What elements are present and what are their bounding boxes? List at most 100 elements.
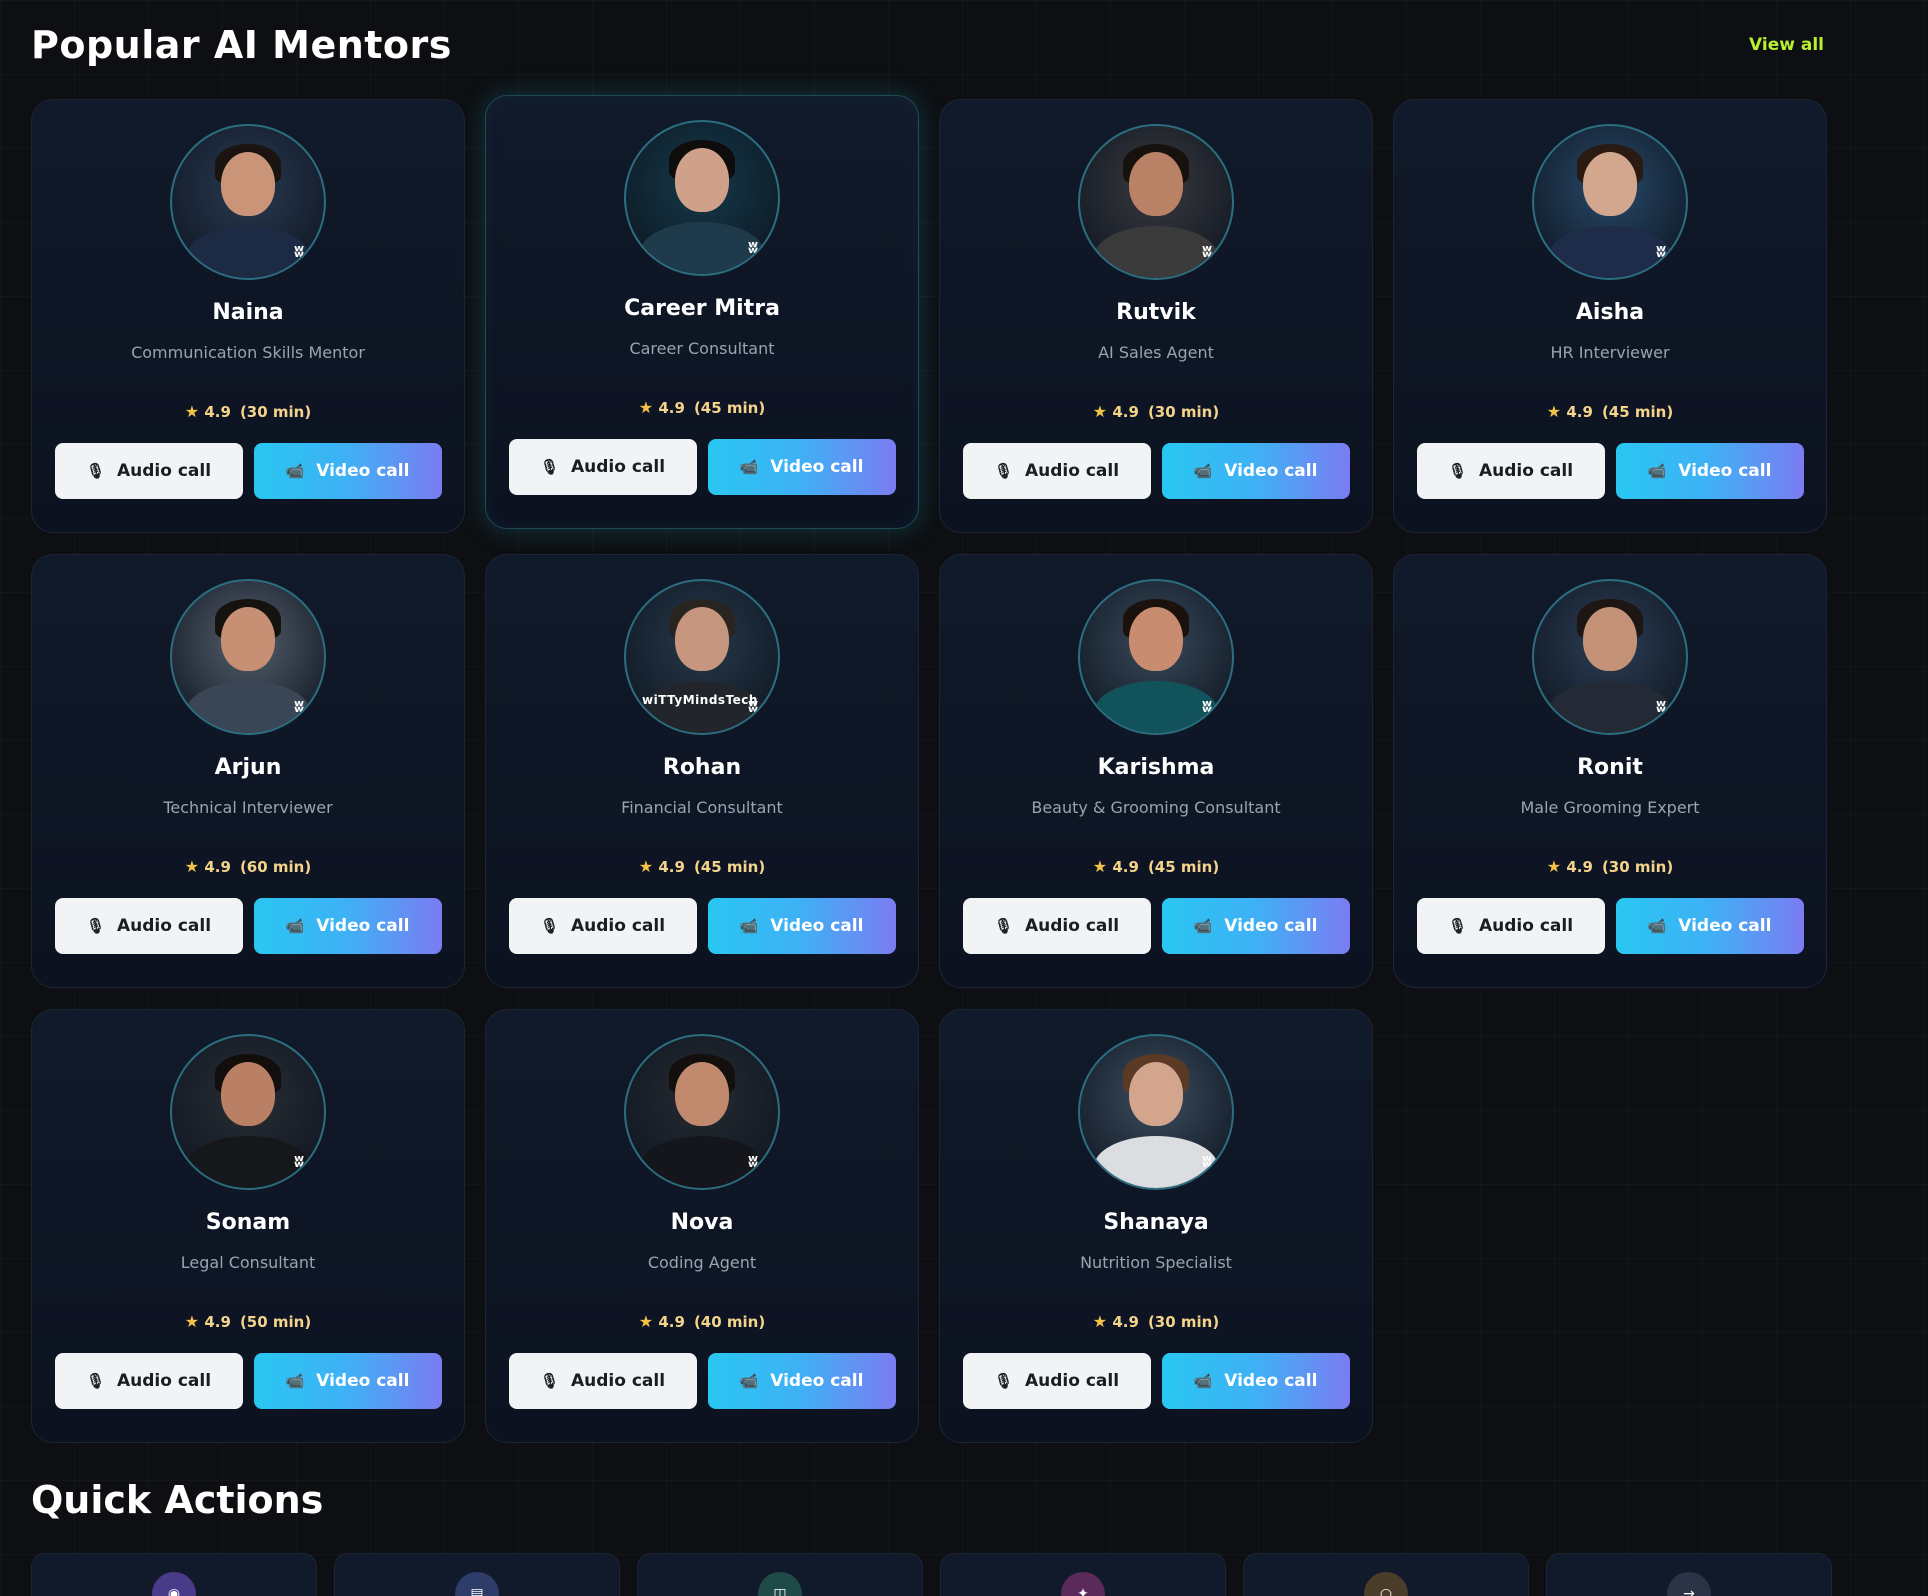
- session-duration: (45 min): [693, 857, 766, 876]
- mentor-card[interactable]: ʬ Aisha HR Interviewer ★ 4.9 (45 min) 🎙 …: [1393, 99, 1827, 533]
- video-call-button[interactable]: 📹 Video call: [707, 898, 896, 954]
- mentor-avatar: wiTTyMindsTech ʬ: [624, 579, 780, 735]
- video-call-button[interactable]: 📹 Video call: [253, 1353, 442, 1409]
- live-badge-icon: ʬ: [1201, 242, 1212, 262]
- session-duration: (50 min): [239, 1312, 312, 1331]
- live-badge-icon: ʬ: [293, 1152, 304, 1172]
- star-icon: ★: [184, 1312, 200, 1331]
- audio-call-button[interactable]: 🎙 Audio call: [508, 439, 697, 495]
- mentor-rating: ★ 4.9 (45 min): [639, 857, 765, 876]
- call-actions: 🎙 Audio call 📹 Video call: [54, 1353, 442, 1409]
- arrow-icon: →: [1667, 1572, 1711, 1596]
- rating-value: 4.9: [1566, 858, 1593, 876]
- avatar-face: [1129, 152, 1183, 216]
- mentor-role: Technical Interviewer: [163, 798, 333, 817]
- audio-call-label: Audio call: [116, 916, 212, 936]
- mentor-name: Career Mitra: [624, 296, 780, 321]
- video-call-button[interactable]: 📹 Video call: [253, 898, 442, 954]
- audio-call-button[interactable]: 🎙 Audio call: [962, 1353, 1151, 1409]
- avatar-face: [221, 1062, 275, 1126]
- call-actions: 🎙 Audio call 📹 Video call: [508, 1353, 896, 1409]
- video-camera-icon: 📹: [1193, 462, 1213, 480]
- quick-action-card[interactable]: ◫: [637, 1553, 923, 1596]
- mentor-role: Beauty & Grooming Consultant: [1031, 798, 1281, 817]
- rating-value: 4.9: [1112, 403, 1139, 421]
- audio-call-button[interactable]: 🎙 Audio call: [962, 443, 1151, 499]
- mentor-card[interactable]: ʬ Rutvik AI Sales Agent ★ 4.9 (30 min) 🎙…: [939, 99, 1373, 533]
- audio-call-button[interactable]: 🎙 Audio call: [962, 898, 1151, 954]
- mentor-card[interactable]: ʬ Naina Communication Skills Mentor ★ 4.…: [31, 99, 465, 533]
- video-call-button[interactable]: 📹 Video call: [707, 1353, 896, 1409]
- video-call-button[interactable]: 📹 Video call: [1615, 898, 1804, 954]
- star-icon: ★: [184, 402, 200, 421]
- mentor-rating: ★ 4.9 (60 min): [185, 857, 311, 876]
- video-call-button[interactable]: 📹 Video call: [1161, 898, 1350, 954]
- avatar-body: [640, 681, 764, 733]
- microphone-icon: 🎙: [539, 1372, 559, 1390]
- microphone-icon: 🎙: [1447, 917, 1467, 935]
- avatar-face: [221, 607, 275, 671]
- avatar-body: [186, 681, 310, 733]
- audio-call-button[interactable]: 🎙 Audio call: [508, 1353, 697, 1409]
- video-call-button[interactable]: 📹 Video call: [707, 439, 896, 495]
- call-actions: 🎙 Audio call 📹 Video call: [1416, 443, 1804, 499]
- star-icon: ★: [638, 1312, 654, 1331]
- microphone-icon: 🎙: [1447, 462, 1467, 480]
- mentor-card[interactable]: ʬ Sonam Legal Consultant ★ 4.9 (50 min) …: [31, 1009, 465, 1443]
- call-actions: 🎙 Audio call 📹 Video call: [508, 439, 896, 495]
- video-call-button[interactable]: 📹 Video call: [1615, 443, 1804, 499]
- mentor-card[interactable]: ʬ Ronit Male Grooming Expert ★ 4.9 (30 m…: [1393, 554, 1827, 988]
- audio-call-label: Audio call: [1024, 916, 1120, 936]
- audio-call-button[interactable]: 🎙 Audio call: [54, 1353, 243, 1409]
- page-title: Popular AI Mentors: [31, 23, 452, 67]
- audio-call-label: Audio call: [116, 461, 212, 481]
- mentor-grid: ʬ Naina Communication Skills Mentor ★ 4.…: [31, 95, 1827, 1443]
- mentor-card[interactable]: ʬ Arjun Technical Interviewer ★ 4.9 (60 …: [31, 554, 465, 988]
- session-duration: (45 min): [1147, 857, 1220, 876]
- mentor-card[interactable]: ʬ Nova Coding Agent ★ 4.9 (40 min) 🎙 Aud…: [485, 1009, 919, 1443]
- avatar-body: [186, 1136, 310, 1188]
- quick-action-card[interactable]: ▤: [334, 1553, 620, 1596]
- mentor-role: Communication Skills Mentor: [131, 343, 365, 362]
- audio-call-label: Audio call: [1478, 461, 1574, 481]
- video-call-label: Video call: [770, 916, 864, 936]
- quick-action-card[interactable]: →: [1546, 1553, 1832, 1596]
- quick-action-card[interactable]: ◉: [31, 1553, 317, 1596]
- audio-call-label: Audio call: [1024, 1371, 1120, 1391]
- microphone-icon: 🎙: [85, 1372, 105, 1390]
- view-all-link[interactable]: View all: [1749, 35, 1824, 55]
- rating-value: 4.9: [204, 403, 231, 421]
- audio-call-button[interactable]: 🎙 Audio call: [1416, 898, 1605, 954]
- audio-call-button[interactable]: 🎙 Audio call: [54, 898, 243, 954]
- video-call-button[interactable]: 📹 Video call: [1161, 443, 1350, 499]
- mentor-card[interactable]: ʬ Career Mitra Career Consultant ★ 4.9 (…: [485, 95, 919, 529]
- audio-call-button[interactable]: 🎙 Audio call: [54, 443, 243, 499]
- audio-call-label: Audio call: [1478, 916, 1574, 936]
- audio-call-button[interactable]: 🎙 Audio call: [1416, 443, 1605, 499]
- quick-action-card[interactable]: ○: [1243, 1553, 1529, 1596]
- audio-call-button[interactable]: 🎙 Audio call: [508, 898, 697, 954]
- call-actions: 🎙 Audio call 📹 Video call: [508, 898, 896, 954]
- grid-icon: ◫: [758, 1572, 802, 1596]
- video-camera-icon: 📹: [739, 917, 759, 935]
- mentor-name: Sonam: [205, 1210, 291, 1235]
- video-camera-icon: 📹: [1193, 917, 1213, 935]
- mentor-card[interactable]: ʬ Karishma Beauty & Grooming Consultant …: [939, 554, 1373, 988]
- mentor-card[interactable]: wiTTyMindsTech ʬ Rohan Financial Consult…: [485, 554, 919, 988]
- video-call-label: Video call: [770, 457, 864, 477]
- audio-call-label: Audio call: [1024, 461, 1120, 481]
- video-call-button[interactable]: 📹 Video call: [1161, 1353, 1350, 1409]
- mentor-rating: ★ 4.9 (40 min): [639, 1312, 765, 1331]
- mentor-card[interactable]: ʬ Shanaya Nutrition Specialist ★ 4.9 (30…: [939, 1009, 1373, 1443]
- mentor-rating: ★ 4.9 (30 min): [1093, 1312, 1219, 1331]
- quick-actions-title: Quick Actions: [31, 1478, 324, 1522]
- video-call-button[interactable]: 📹 Video call: [253, 443, 442, 499]
- document-icon: ▤: [455, 1572, 499, 1596]
- avatar-body: [1094, 1136, 1218, 1188]
- mentor-name: Aisha: [1575, 300, 1645, 325]
- quick-action-card[interactable]: ✦: [940, 1553, 1226, 1596]
- avatar-face: [1129, 1062, 1183, 1126]
- microphone-icon: 🎙: [993, 917, 1013, 935]
- video-call-label: Video call: [1224, 1371, 1318, 1391]
- mentor-avatar: ʬ: [624, 120, 780, 276]
